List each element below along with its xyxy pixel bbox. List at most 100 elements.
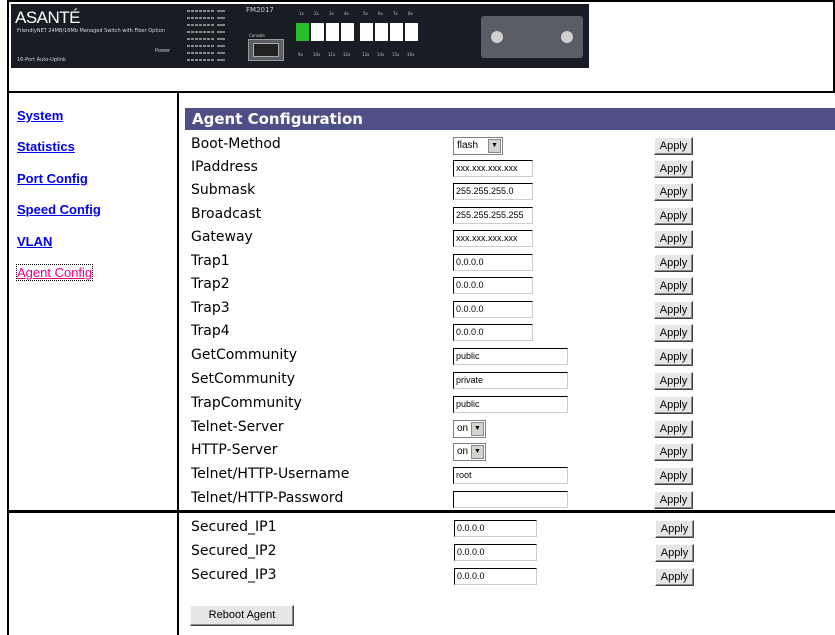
telnet-http-password-input[interactable] (453, 491, 568, 508)
ipaddress-input[interactable]: xxx.xxx.xxx.xxx (453, 160, 533, 177)
ethernet-port (375, 23, 388, 41)
submask-input[interactable]: 255.255.255.0 (453, 183, 533, 200)
status-led (187, 31, 190, 33)
port-number-label: 15x (392, 52, 400, 57)
apply-telnet-http-username-button[interactable]: Apply (654, 467, 693, 485)
port-number-label: 5x (363, 11, 368, 16)
apply-http-server-button[interactable]: Apply (654, 443, 693, 461)
sidebar-item-speed-config[interactable]: Speed Config (17, 202, 101, 217)
chevron-down-icon[interactable]: ▼ (471, 422, 484, 436)
apply-telnet-server-button[interactable]: Apply (654, 420, 693, 438)
console-port (248, 39, 284, 61)
select-value: on (457, 446, 469, 457)
secured-ip2-input[interactable]: 0.0.0.0 (454, 544, 537, 561)
brand-logo: ASANTÉ (15, 8, 81, 27)
page-title: Agent Configuration (185, 108, 835, 130)
apply-getcommunity-button[interactable]: Apply (654, 348, 693, 366)
brand-footer: 16-Port Auto-Uplink (17, 57, 66, 63)
frame-divider-secured[interactable] (7, 510, 835, 513)
fiber-screw-right (561, 31, 573, 43)
port-number-label: 13x (362, 52, 370, 57)
chevron-down-icon[interactable]: ▼ (488, 139, 501, 153)
field-label: HTTP-Server (191, 442, 278, 458)
telnet-server-select[interactable]: on ▼ (453, 420, 486, 438)
status-led (203, 52, 206, 54)
trap2-input[interactable]: 0.0.0.0 (453, 277, 533, 294)
field-label: Gateway (191, 229, 253, 245)
led-caption (217, 38, 225, 40)
secured-ip1-input[interactable]: 0.0.0.0 (454, 520, 537, 537)
gateway-input[interactable]: xxx.xxx.xxx.xxx (453, 230, 533, 247)
status-led (207, 52, 210, 54)
field-label: Telnet/HTTP-Username (191, 466, 350, 482)
sidebar-item-port-config[interactable]: Port Config (17, 171, 88, 186)
ethernet-port (360, 23, 373, 41)
telnet-http-username-input[interactable]: root (453, 467, 568, 484)
secured-ip3-input[interactable]: 0.0.0.0 (454, 568, 537, 585)
apply-ipaddress-button[interactable]: Apply (654, 160, 693, 178)
apply-trap1-button[interactable]: Apply (654, 254, 693, 272)
apply-secured-ip2-button[interactable]: Apply (655, 544, 694, 562)
apply-secured-ip1-button[interactable]: Apply (655, 520, 694, 538)
status-led (191, 17, 194, 19)
trap1-input[interactable]: 0.0.0.0 (453, 254, 533, 271)
led-caption (217, 24, 225, 26)
getcommunity-input[interactable]: public (453, 348, 568, 365)
frame-divider-sidebar[interactable] (177, 93, 179, 635)
apply-broadcast-button[interactable]: Apply (654, 207, 693, 225)
status-led (211, 17, 214, 19)
reboot-agent-button[interactable]: Reboot Agent (190, 605, 294, 626)
status-led (199, 31, 202, 33)
apply-trapcommunity-button[interactable]: Apply (654, 396, 693, 414)
trap4-input[interactable]: 0.0.0.0 (453, 324, 533, 341)
port-number-label: 7x (393, 11, 398, 16)
status-led (207, 17, 210, 19)
sidebar-item-system[interactable]: System (17, 108, 63, 123)
apply-secured-ip3-button[interactable]: Apply (655, 568, 694, 586)
status-led (195, 31, 198, 33)
broadcast-input[interactable]: 255.255.255.255 (453, 207, 533, 224)
apply-boot-method-button[interactable]: Apply (654, 137, 693, 155)
status-led (187, 24, 190, 26)
apply-trap2-button[interactable]: Apply (654, 277, 693, 295)
sidebar-item-vlan[interactable]: VLAN (17, 234, 52, 249)
brand-subtitle: FriendlyNET 24MB/16Mb Managed Switch wit… (17, 28, 165, 34)
apply-gateway-button[interactable]: Apply (654, 230, 693, 248)
led-caption (217, 59, 225, 61)
apply-trap4-button[interactable]: Apply (654, 324, 693, 342)
apply-setcommunity-button[interactable]: Apply (654, 372, 693, 390)
http-server-select[interactable]: on ▼ (453, 443, 486, 461)
field-label: Trap4 (191, 323, 230, 339)
status-led (211, 10, 214, 12)
sidebar-item-statistics[interactable]: Statistics (17, 139, 75, 154)
status-led-panel (187, 10, 225, 64)
status-led (191, 10, 194, 12)
chevron-down-icon[interactable]: ▼ (471, 445, 484, 459)
sidebar-item-agent-config[interactable]: Agent Config (15, 264, 94, 281)
port-number-label: 4x (344, 11, 349, 16)
status-led (191, 45, 194, 47)
field-label: Secured_IP2 (191, 543, 277, 559)
port-number-label: 14x (377, 52, 385, 57)
trapcommunity-input[interactable]: public (453, 396, 568, 413)
status-led (187, 45, 190, 47)
status-led (199, 24, 202, 26)
led-caption (217, 10, 225, 12)
apply-submask-button[interactable]: Apply (654, 183, 693, 201)
status-led (207, 45, 210, 47)
field-label: Trap3 (191, 300, 230, 316)
ethernet-port (390, 23, 403, 41)
setcommunity-input[interactable]: private (453, 372, 568, 389)
apply-trap3-button[interactable]: Apply (654, 301, 693, 319)
status-led (203, 59, 206, 61)
trap3-input[interactable]: 0.0.0.0 (453, 301, 533, 318)
apply-telnet-http-password-button[interactable]: Apply (654, 491, 693, 509)
status-led (191, 52, 194, 54)
status-led (199, 59, 202, 61)
field-label: Telnet/HTTP-Password (191, 490, 344, 506)
fiber-screw-left (491, 31, 503, 43)
status-led (199, 10, 202, 12)
field-label: IPaddress (191, 159, 258, 175)
field-label: Trap2 (191, 276, 230, 292)
boot-method-select[interactable]: flash ▼ (453, 137, 503, 155)
